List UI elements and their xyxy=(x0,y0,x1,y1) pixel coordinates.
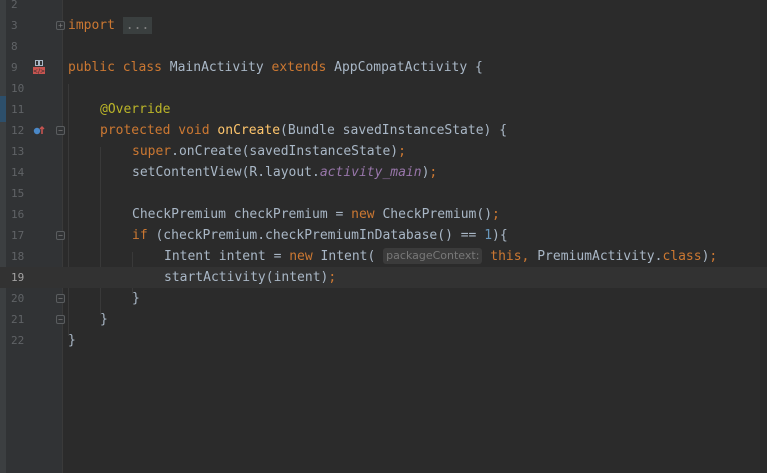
annotation: @Override xyxy=(100,102,171,117)
code-line[interactable]: 20 − } xyxy=(0,288,767,309)
code-text: import ... xyxy=(68,15,153,36)
argument-text: PremiumActivity. xyxy=(529,249,663,264)
code-line-current[interactable]: 19 startActivity(intent); xyxy=(0,267,767,288)
semicolon: ; xyxy=(492,207,500,222)
keyword: new xyxy=(351,207,375,222)
code-line[interactable]: 2 xyxy=(0,0,767,15)
condition-text: (checkPremium.checkPremiumInDatabase() =… xyxy=(147,228,485,243)
code-text: } xyxy=(68,333,76,348)
line-number: 2 xyxy=(11,0,18,11)
brace: { xyxy=(475,60,483,75)
keyword: if xyxy=(132,228,148,243)
keyword: void xyxy=(178,123,210,138)
line-number: 3 xyxy=(11,19,18,32)
semicolon: ; xyxy=(328,270,337,285)
parameter-hint: packageContext: xyxy=(383,248,483,264)
code-line[interactable]: 11 @Override xyxy=(0,99,767,120)
code-line[interactable]: 14 setContentView(R.layout.activity_main… xyxy=(0,162,767,183)
code-line[interactable]: 15 xyxy=(0,183,767,204)
code-line[interactable]: 16 CheckPremium checkPremium = new Check… xyxy=(0,204,767,225)
code-line[interactable]: 18 Intent intent = new Intent( packageCo… xyxy=(0,246,767,267)
fold-end-icon[interactable]: − xyxy=(56,294,65,303)
call-text: .onCreate(savedInstanceState) xyxy=(171,144,399,159)
declaration-text: CheckPremium checkPremium = xyxy=(132,207,352,222)
keyword: new xyxy=(289,249,313,264)
code-text: } xyxy=(132,291,140,306)
keyword: this, xyxy=(490,249,530,264)
keyword: public xyxy=(68,60,115,75)
line-number: 16 xyxy=(11,208,25,221)
line-number: 13 xyxy=(11,145,25,158)
code-line[interactable]: 13 super.onCreate(savedInstanceState); xyxy=(0,141,767,162)
code-text: public class MainActivity extends AppCom… xyxy=(68,57,483,78)
override-method-icon[interactable] xyxy=(33,125,45,137)
fold-expanded-icon[interactable]: + xyxy=(56,21,65,30)
number-literal: 1 xyxy=(484,228,493,243)
class-name: MainActivity xyxy=(169,60,264,75)
code-text: setContentView(R.layout.activity_main); xyxy=(132,162,437,183)
line-number: 17 xyxy=(11,229,25,242)
code-text: } xyxy=(100,312,108,327)
keyword: class xyxy=(122,60,162,75)
code-text: startActivity(intent); xyxy=(164,267,336,288)
svg-text:</>: </> xyxy=(33,68,45,74)
constructor-text: CheckPremium() xyxy=(374,207,493,222)
line-number: 11 xyxy=(11,103,25,116)
folded-imports[interactable]: ... xyxy=(122,17,153,34)
code-text: CheckPremium checkPremium = new CheckPre… xyxy=(132,204,500,225)
line-number: 21 xyxy=(11,313,25,326)
method-params: (Bundle savedInstanceState) { xyxy=(280,123,508,138)
semicolon: ; xyxy=(429,165,438,180)
line-number: 12 xyxy=(11,124,25,137)
implementation-icon[interactable]: </> xyxy=(32,60,46,74)
line-number: 14 xyxy=(11,166,25,179)
semicolon: ; xyxy=(709,249,718,264)
code-line[interactable]: 10 xyxy=(0,78,767,99)
fold-end-icon[interactable]: − xyxy=(56,315,65,324)
semicolon: ; xyxy=(398,144,406,159)
keyword: protected xyxy=(100,123,171,138)
keyword: class xyxy=(662,249,702,264)
code-line[interactable]: 8 xyxy=(0,36,767,57)
code-line[interactable]: 12 − protected void onCreate(Bundle save… xyxy=(0,120,767,141)
keyword: extends xyxy=(271,60,327,75)
code-line[interactable]: 22 } xyxy=(0,330,767,351)
code-line[interactable]: 3 + import ... xyxy=(0,15,767,36)
method-name: onCreate xyxy=(217,123,281,138)
fold-collapse-icon[interactable]: − xyxy=(56,231,65,240)
code-line[interactable]: 9 </> public class MainActivity extends … xyxy=(0,57,767,78)
declaration-text: Intent intent = xyxy=(164,249,290,264)
fold-collapse-icon[interactable]: − xyxy=(56,126,65,135)
code-text: @Override xyxy=(100,99,170,120)
superclass-name: AppCompatActivity xyxy=(334,60,468,75)
code-text: if (checkPremium.checkPremiumInDatabase(… xyxy=(132,225,508,246)
line-number: 22 xyxy=(11,334,25,347)
line-number: 20 xyxy=(11,292,25,305)
code-text: Intent intent = new Intent( packageConte… xyxy=(164,246,717,267)
code-text: protected void onCreate(Bundle savedInst… xyxy=(100,120,507,141)
call-text: startActivity(intent) xyxy=(164,270,329,285)
code-text: super.onCreate(savedInstanceState); xyxy=(132,141,406,162)
line-number: 19 xyxy=(11,271,25,284)
keyword: super xyxy=(132,144,172,159)
line-number: 15 xyxy=(11,187,25,200)
call-text: setContentView(R.layout. xyxy=(132,165,320,180)
line-number: 9 xyxy=(11,61,18,74)
line-number: 18 xyxy=(11,250,25,263)
keyword: import xyxy=(68,18,115,33)
code-line[interactable]: 17 − if (checkPremium.checkPremiumInData… xyxy=(0,225,767,246)
code-line[interactable]: 21 − } xyxy=(0,309,767,330)
brace: ){ xyxy=(492,228,508,243)
constructor-text: Intent( xyxy=(312,249,376,264)
line-number: 8 xyxy=(11,40,18,53)
code-editor[interactable]: 2 3 + import ... 8 9 </> public class Ma… xyxy=(0,0,767,473)
line-number: 10 xyxy=(11,82,25,95)
field-reference: activity_main xyxy=(319,165,422,180)
